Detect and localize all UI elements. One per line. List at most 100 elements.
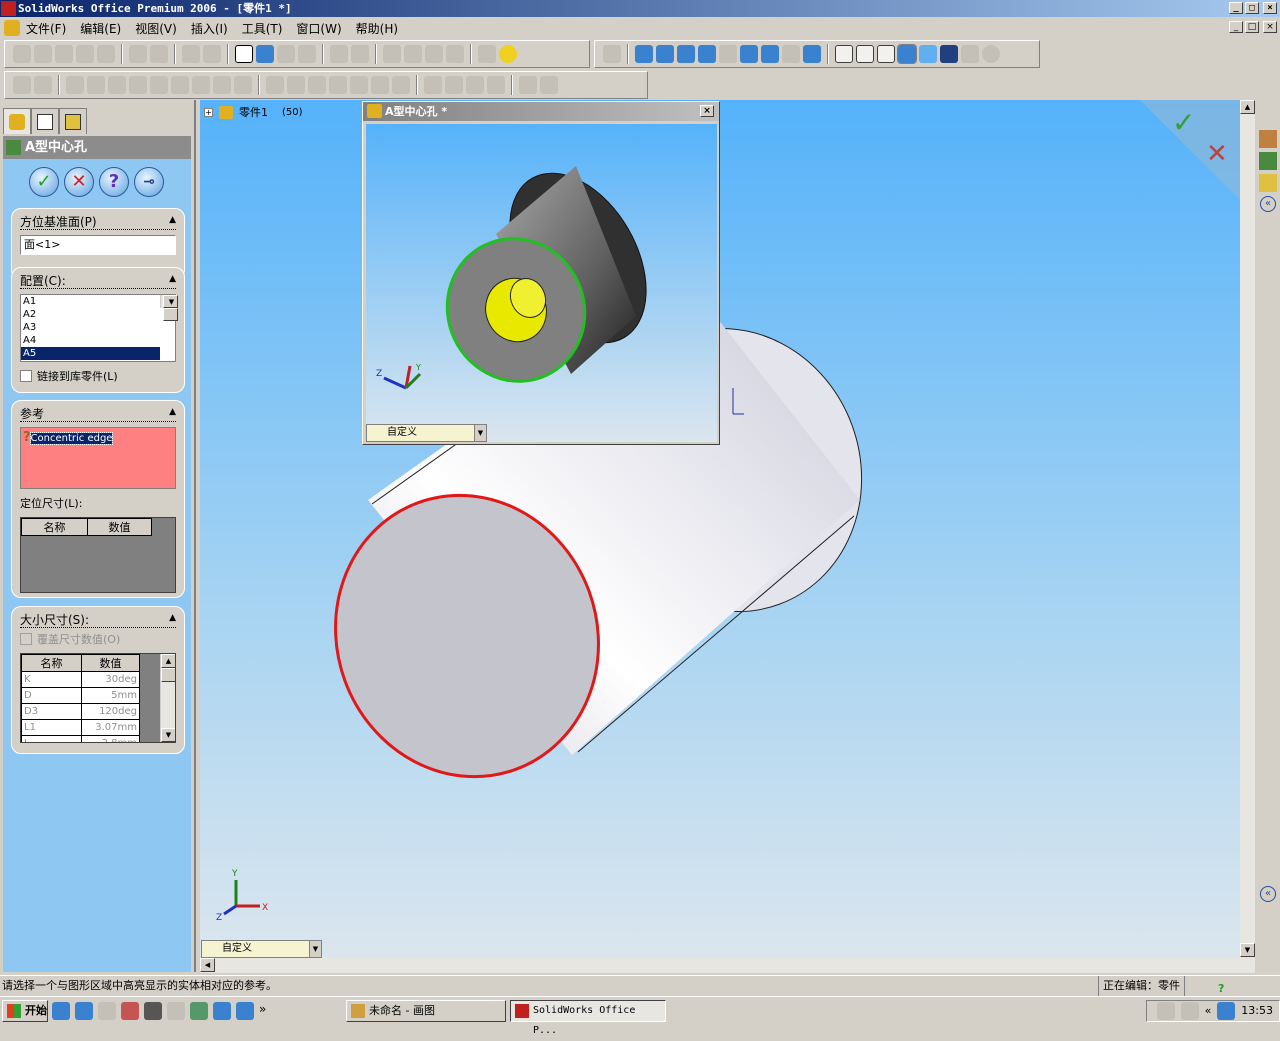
simple-hole-icon[interactable] [371,76,389,94]
excel-icon[interactable] [190,1001,208,1020]
dim-value[interactable]: 120deg [81,703,140,720]
list-item[interactable]: A4 [21,334,175,347]
table-row[interactable]: L2.8mm [21,735,140,742]
wrap-icon[interactable] [213,76,231,94]
app-icon[interactable] [98,1001,116,1020]
tray-expand-icon[interactable]: « [1205,1004,1212,1017]
list-item-selected[interactable]: A5 [21,347,160,360]
fillet-icon[interactable] [66,76,84,94]
vertical-scrollbar[interactable]: ▲ ▼ [1240,100,1255,973]
taskbar-item-solidworks[interactable]: SolidWorks Office P... [510,999,666,1036]
doc-minimize-button[interactable]: _ [1229,21,1243,33]
rotate-icon[interactable] [740,45,758,63]
zoom-selection-icon[interactable] [719,45,737,63]
menu-insert[interactable]: 插入(I) [191,20,228,37]
file-explorer-icon[interactable] [1259,174,1277,192]
layer-icon[interactable] [351,45,369,63]
mass-icon[interactable] [404,45,422,63]
roll-icon[interactable] [782,45,800,63]
table-pattern-icon[interactable] [487,76,505,94]
ie-icon[interactable] [52,1001,70,1020]
redo-icon[interactable] [203,45,221,63]
autocad-icon[interactable] [144,1001,162,1020]
circular-pattern-icon[interactable] [445,76,463,94]
expand-pane-icon[interactable]: « [1260,886,1276,902]
curves-icon[interactable] [540,76,558,94]
horizontal-scrollbar[interactable]: ◀ [200,958,1240,973]
tab-feature-manager[interactable] [3,108,31,134]
home-icon[interactable] [1259,130,1277,148]
shadows-icon[interactable] [940,45,958,63]
dim-value[interactable]: 3.07mm [81,719,140,736]
cut-revolve-icon[interactable] [350,76,368,94]
view-orientation-icon[interactable] [803,45,821,63]
cut-icon[interactable] [129,45,147,63]
cancel-button[interactable]: ✕ [64,167,94,197]
preview-view-dropdown[interactable]: 自定义 ▼ [366,424,487,442]
cosmetic-thread-icon[interactable] [392,76,410,94]
properties-icon[interactable] [478,45,496,63]
dim-value[interactable]: 5mm [81,687,140,704]
grid-icon[interactable] [330,45,348,63]
new-icon[interactable] [13,45,31,63]
view-orientation-dropdown[interactable]: 自定义 ▼ [201,940,322,958]
more-icon[interactable]: » [259,1002,266,1020]
app-icon[interactable] [236,1001,254,1020]
equation-icon[interactable] [425,45,443,63]
print-icon[interactable] [76,45,94,63]
list-scrollbar[interactable]: ▲▼ [160,295,178,321]
rebuild-icon[interactable] [446,45,464,63]
save-icon[interactable] [55,45,73,63]
shell-icon[interactable] [87,76,105,94]
collapse-icon[interactable]: ▲ [169,274,176,284]
chevron-down-icon[interactable]: ▼ [309,941,321,957]
menu-window[interactable]: 窗口(W) [296,20,341,37]
cut-extrude-icon[interactable] [329,76,347,94]
zoom-fit-icon[interactable] [656,45,674,63]
smart-dim-icon[interactable] [298,45,316,63]
options-icon[interactable] [97,45,115,63]
network-icon[interactable] [1217,1001,1236,1020]
revolve-icon[interactable] [34,76,52,94]
graphics-area[interactable]: + 零件1 (50) YXZ ✓ ✕ 自定义 ▼ [200,100,1240,958]
open-icon[interactable] [34,45,52,63]
list-item[interactable]: A3 [21,321,175,334]
flex-icon[interactable] [234,76,252,94]
copy-icon[interactable] [150,45,168,63]
doc-close-button[interactable]: × [1263,21,1277,33]
confirm-cancel-icon[interactable]: ✕ [1206,139,1228,169]
draft-icon[interactable] [192,76,210,94]
reference-item[interactable]: Concentric edge [29,432,114,445]
menu-file[interactable]: 文件(F) [26,20,66,37]
shaded-icon[interactable] [919,45,937,63]
select-icon[interactable] [235,45,253,63]
table-row[interactable]: K 30deg [21,671,140,688]
size-dimension-table[interactable]: 名称数值 K30degD5mmD3120degL13.07mmL2.8mm ▲▼ [20,653,176,743]
filter-icon[interactable] [256,45,274,63]
sketch-icon[interactable] [277,45,295,63]
override-checkbox[interactable] [20,633,32,645]
help-icon[interactable] [499,45,517,63]
measure-icon[interactable] [383,45,401,63]
help-button[interactable]: ? [99,167,129,197]
table-row[interactable]: L1 3.07mm [21,719,140,736]
pin-button[interactable]: ⊸ [134,167,164,197]
tab-configuration-manager[interactable] [59,108,87,134]
collapse-pane-icon[interactable]: « [1260,196,1276,212]
dome-icon[interactable] [129,76,147,94]
section-view-icon[interactable] [961,45,979,63]
wireframe-icon[interactable] [835,45,853,63]
chamfer-icon[interactable] [266,76,284,94]
reference-selection-box[interactable]: ?Concentric edge [20,427,176,489]
confirm-ok-icon[interactable]: ✓ [1172,106,1195,139]
dim-value[interactable]: 2.8mm [81,735,140,742]
table-scrollbar[interactable]: ▲ ▼ [160,654,175,742]
list-item[interactable]: A1 [21,295,175,308]
hole-wizard-icon[interactable] [308,76,326,94]
undo-icon[interactable] [182,45,200,63]
minimize-button[interactable]: _ [1229,2,1243,14]
extrude-icon[interactable] [13,76,31,94]
table-row[interactable]: D3 120deg [21,703,140,720]
hidden-lines-removed-icon[interactable] [877,45,895,63]
keyboard-icon[interactable] [1156,1001,1175,1020]
